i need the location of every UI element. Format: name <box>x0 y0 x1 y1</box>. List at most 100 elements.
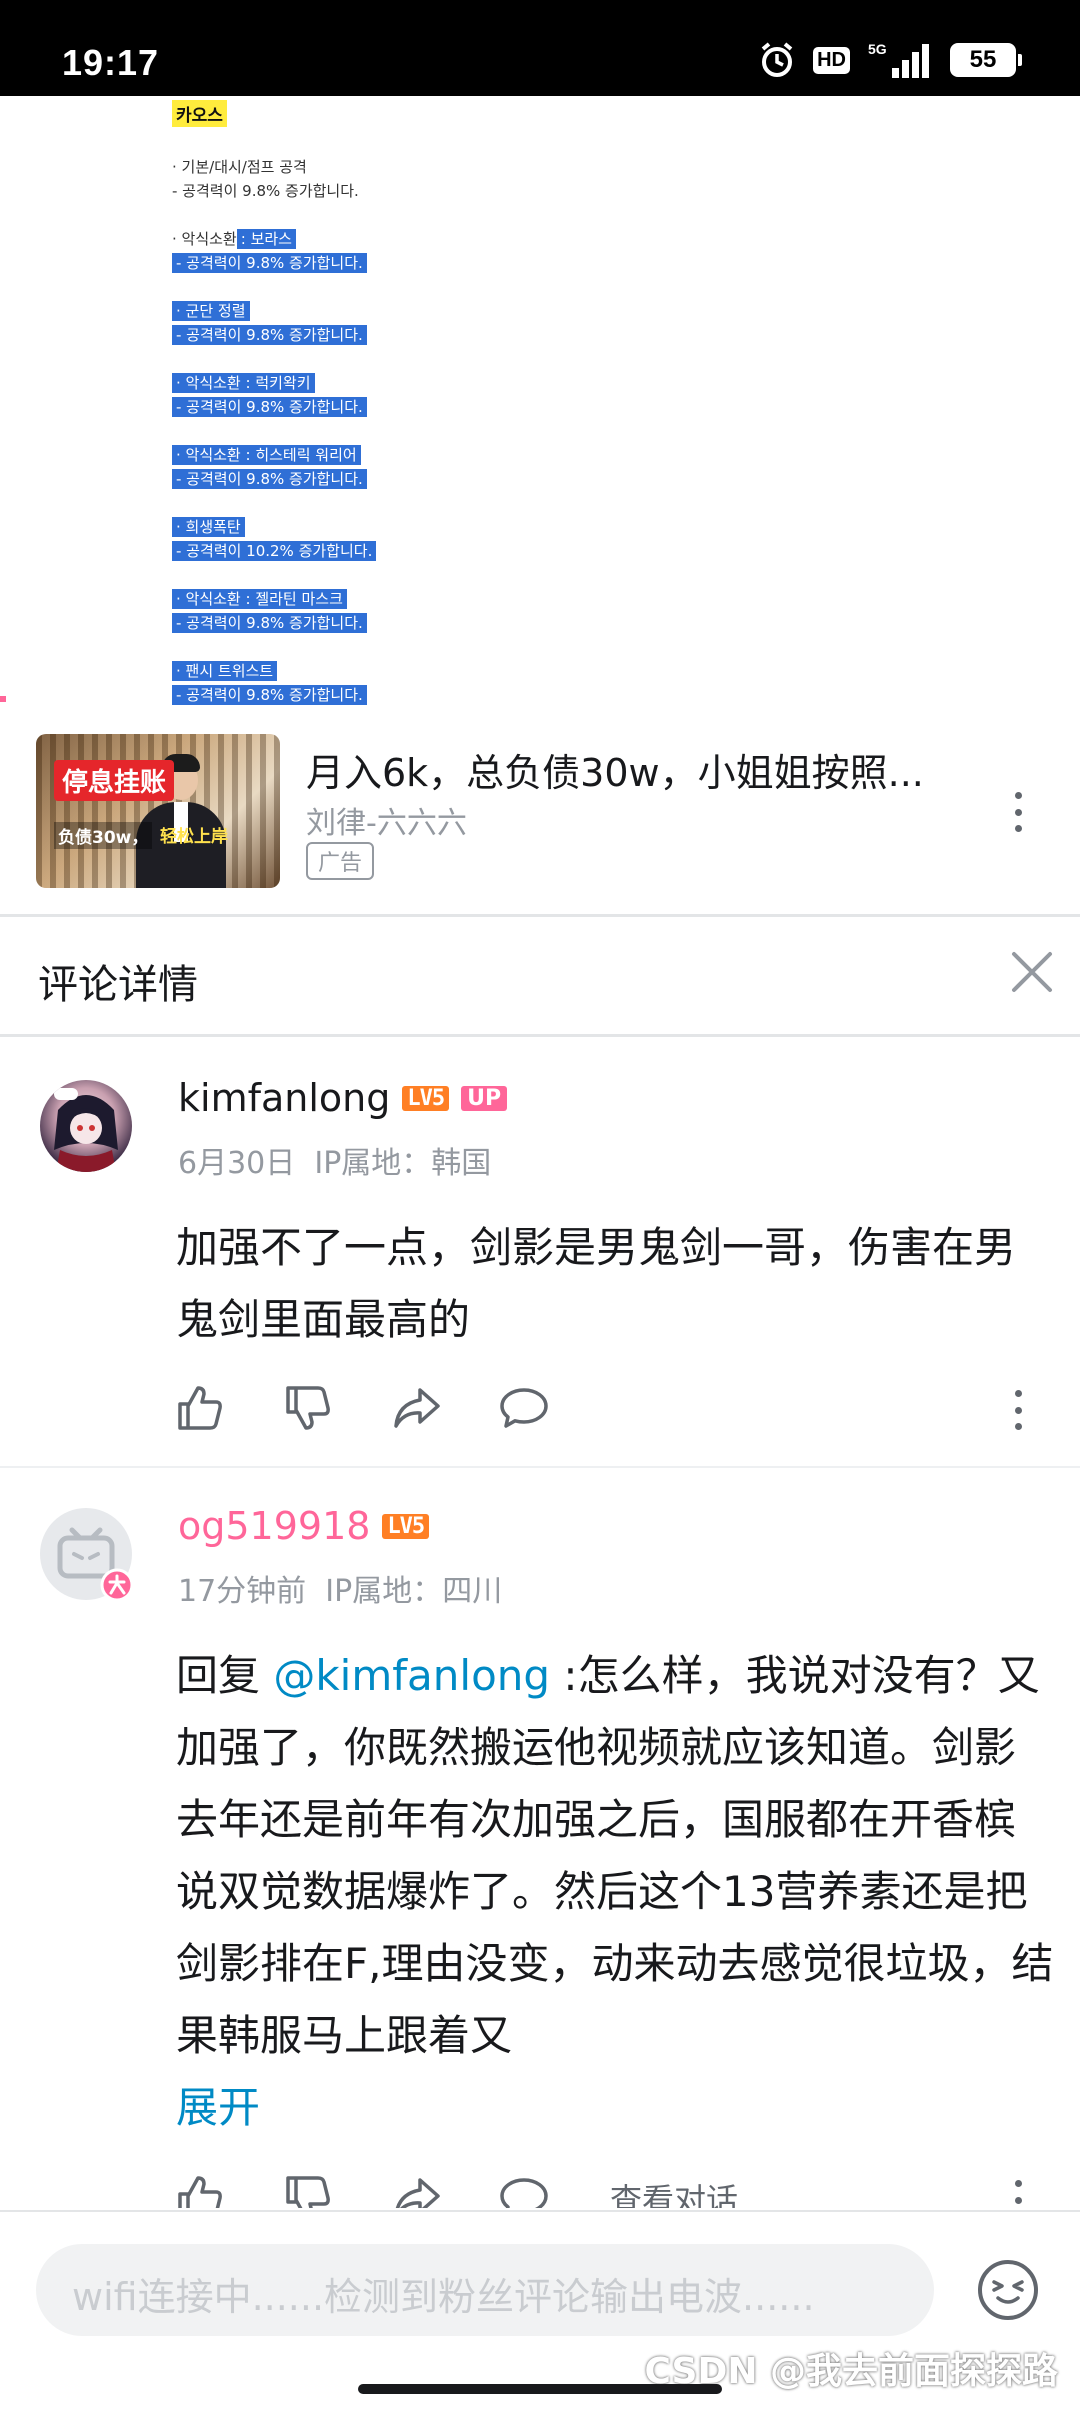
comment-more-icon[interactable] <box>1012 2180 1024 2208</box>
comment-text: 加强不了一点，剑影是男鬼剑一哥，伤害在男鬼剑里面最高的 <box>176 1223 1017 1344</box>
comment-detail-title: 评论详情 <box>38 962 198 1008</box>
patch-skill-name-highlight: : 보라스 <box>236 229 296 249</box>
username-text[interactable]: kimfanlong <box>178 1076 390 1120</box>
comment-bubble-icon <box>500 1388 548 1428</box>
patch-skill-name: · 악식소환 : 젤라틴 마스크 <box>172 589 347 609</box>
patch-note-image: 카오스 · 기본/대시/점프 공격 - 공격력이 9.8% 증가합니다. · 악… <box>0 96 1080 708</box>
comment-input[interactable]: wifi连接中......检测到粉丝评论输出电波...... <box>36 2244 934 2336</box>
comment-date: 6月30日 <box>178 1146 296 1181</box>
reply-button[interactable] <box>496 2170 552 2208</box>
comment-meta: 6月30日 IP属地：韩国 <box>178 1138 491 1182</box>
comment-text: 回复 @kimfanlong :怎么样，我说对没有？又加强了，你既然搬运他视频就… <box>176 1640 1056 2144</box>
patch-group: · 악식소환 : 히스테릭 워리어 - 공격력이 9.8% 증가합니다. <box>172 443 376 491</box>
ad-badge: 广告 <box>306 842 375 880</box>
ad-more-icon[interactable] <box>1012 792 1024 832</box>
reply-prefix: 回复 <box>176 1651 274 1700</box>
emoji-icon[interactable] <box>976 2258 1040 2322</box>
level-badge: LV5 <box>402 1086 450 1111</box>
comment-body: :怎么样，我说对没有？又加强了，你既然搬运他视频就应该知道。剑影去年还是前年有次… <box>176 1651 1054 2060</box>
patch-skill-effect: - 공격력이 9.8% 증가합니다. <box>172 469 367 489</box>
ad-title[interactable]: 月入6k，总负债30w，小姐姐按照... <box>306 742 924 797</box>
comment-actions-clip: 查看对话 <box>0 2170 1080 2208</box>
comment-date: 17分钟前 <box>178 1574 307 1609</box>
like-button[interactable] <box>172 1380 228 1436</box>
divider <box>0 1466 1080 1468</box>
comment-detail-header: 评论详情 <box>0 918 1080 1034</box>
status-bar: 19:17 HD 5G 55 <box>0 0 1080 96</box>
patch-group: · 희생폭탄 - 공격력이 10.2% 증가합니다. <box>172 515 377 563</box>
alarm-icon <box>761 42 793 77</box>
share-icon <box>395 2178 440 2208</box>
divider <box>0 914 1080 917</box>
comment-input-bar: wifi连接中......检测到粉丝评论输出电波...... CSDN @我去前… <box>0 2210 1080 2414</box>
comment-ip: IP属地：韩国 <box>314 1146 492 1181</box>
comment-input-placeholder: wifi连接中......检测到粉丝评论输出电波...... <box>72 2275 815 2319</box>
comment-more-icon[interactable] <box>1012 1390 1024 1430</box>
avatar-image <box>54 1088 118 1172</box>
divider <box>0 1034 1080 1037</box>
thumbs-down-icon <box>286 2176 330 2208</box>
progress-marker <box>0 696 6 702</box>
mention-link[interactable]: @kimfanlong <box>273 1651 550 1700</box>
dislike-button[interactable] <box>280 1380 336 1436</box>
vip-badge-icon <box>100 1568 134 1602</box>
signal-5g-icon: 5G <box>868 41 929 78</box>
patch-skill-effect: - 공격력이 9.8% 증가합니다. <box>172 253 367 273</box>
level-badge: LV5 <box>382 1514 430 1539</box>
patch-skill-effect: - 공격력이 9.8% 증가합니다. <box>172 685 367 705</box>
home-indicator[interactable] <box>358 2384 722 2394</box>
patch-group: · 악식소환 : 젤라틴 마스크 - 공격력이 9.8% 증가합니다. <box>172 587 376 635</box>
patch-skill-effect: - 공격력이 9.8% 증가합니다. <box>172 182 359 200</box>
expand-link[interactable]: 展开 <box>176 2083 260 2132</box>
username-text[interactable]: og519918 <box>178 1504 370 1548</box>
view-conversation-link[interactable]: 查看对话 <box>610 2175 738 2208</box>
share-button[interactable] <box>388 2170 444 2208</box>
comment-actions: 查看对话 <box>172 2170 738 2208</box>
network-type-label: 5G <box>868 41 887 57</box>
avatar[interactable] <box>40 1080 132 1172</box>
patch-group: · 악식소환: 보라스 - 공격력이 9.8% 증가합니다. <box>172 227 376 275</box>
patch-skill-effect: - 공격력이 9.8% 증가합니다. <box>172 613 367 633</box>
ad-thumb-caption-highlight: 轻松上岸 <box>160 827 228 847</box>
close-icon[interactable] <box>1008 948 1056 996</box>
patch-skill-name: · 희생폭탄 <box>172 517 245 537</box>
comment-ip: IP属地：四川 <box>325 1574 503 1609</box>
thumbs-up-icon <box>178 1386 222 1430</box>
patch-note-title: 카오스 <box>172 100 227 127</box>
comment-username[interactable]: kimfanlong LV5 UP <box>178 1076 508 1120</box>
battery-icon: 55 <box>950 43 1022 77</box>
up-badge: UP <box>461 1086 508 1111</box>
status-icons: HD 5G 55 <box>757 40 1022 80</box>
comment-username[interactable]: og519918 LV5 <box>178 1504 430 1548</box>
ad-card[interactable]: 停息挂账 负债30w， 轻松上岸 月入6k，总负债30w，小姐姐按照... 刘律… <box>0 726 1080 916</box>
comment-bubble-icon <box>500 2178 548 2208</box>
hd-icon: HD <box>813 46 850 74</box>
dislike-button[interactable] <box>280 2170 336 2208</box>
patch-group: · 악식소환 : 럭키왁키 - 공격력이 9.8% 증가합니다. <box>172 371 376 419</box>
patch-skill-effect: - 공격력이 10.2% 증가합니다. <box>172 541 377 561</box>
ad-thumbnail[interactable]: 停息挂账 负债30w， 轻松上岸 <box>36 734 280 888</box>
patch-group: · 군단 정렬 - 공격력이 9.8% 증가합니다. <box>172 299 376 347</box>
patch-skill-name: · 악식소환 : 히스테릭 워리어 <box>172 445 361 465</box>
patch-skill-effect: - 공격력이 9.8% 증가합니다. <box>172 325 367 345</box>
ad-thumb-caption: 负债30w， <box>54 822 153 849</box>
thumbs-up-icon <box>178 2176 222 2208</box>
patch-group: · 팬시 트위스트 - 공격력이 9.8% 증가합니다. <box>172 659 376 707</box>
thumbs-down-icon <box>286 1386 330 1430</box>
patch-skill-name: · 군단 정렬 <box>172 301 250 321</box>
like-button[interactable] <box>172 2170 228 2208</box>
ad-author: 刘律-六六六 <box>306 806 467 841</box>
share-button[interactable] <box>388 1380 444 1436</box>
patch-note-content: 카오스 · 기본/대시/점프 공격 - 공격력이 9.8% 증가합니다. · 악… <box>172 100 377 708</box>
battery-level: 55 <box>969 46 997 73</box>
patch-skill-effect: - 공격력이 9.8% 증가합니다. <box>172 397 367 417</box>
share-icon <box>394 1388 440 1428</box>
patch-group: · 기본/대시/점프 공격 - 공격력이 9.8% 증가합니다. <box>172 155 376 203</box>
patch-skill-name: · 팬시 트위스트 <box>172 661 278 681</box>
patch-skill-name: · 악식소환 : 럭키왁키 <box>172 373 315 393</box>
reply-button[interactable] <box>496 1380 552 1436</box>
comment-actions <box>172 1380 604 1436</box>
patch-skill-name: · 기본/대시/점프 공격 <box>172 158 307 176</box>
comment-meta: 17分钟前 IP属地：四川 <box>178 1566 502 1610</box>
status-time: 19:17 <box>62 42 160 83</box>
